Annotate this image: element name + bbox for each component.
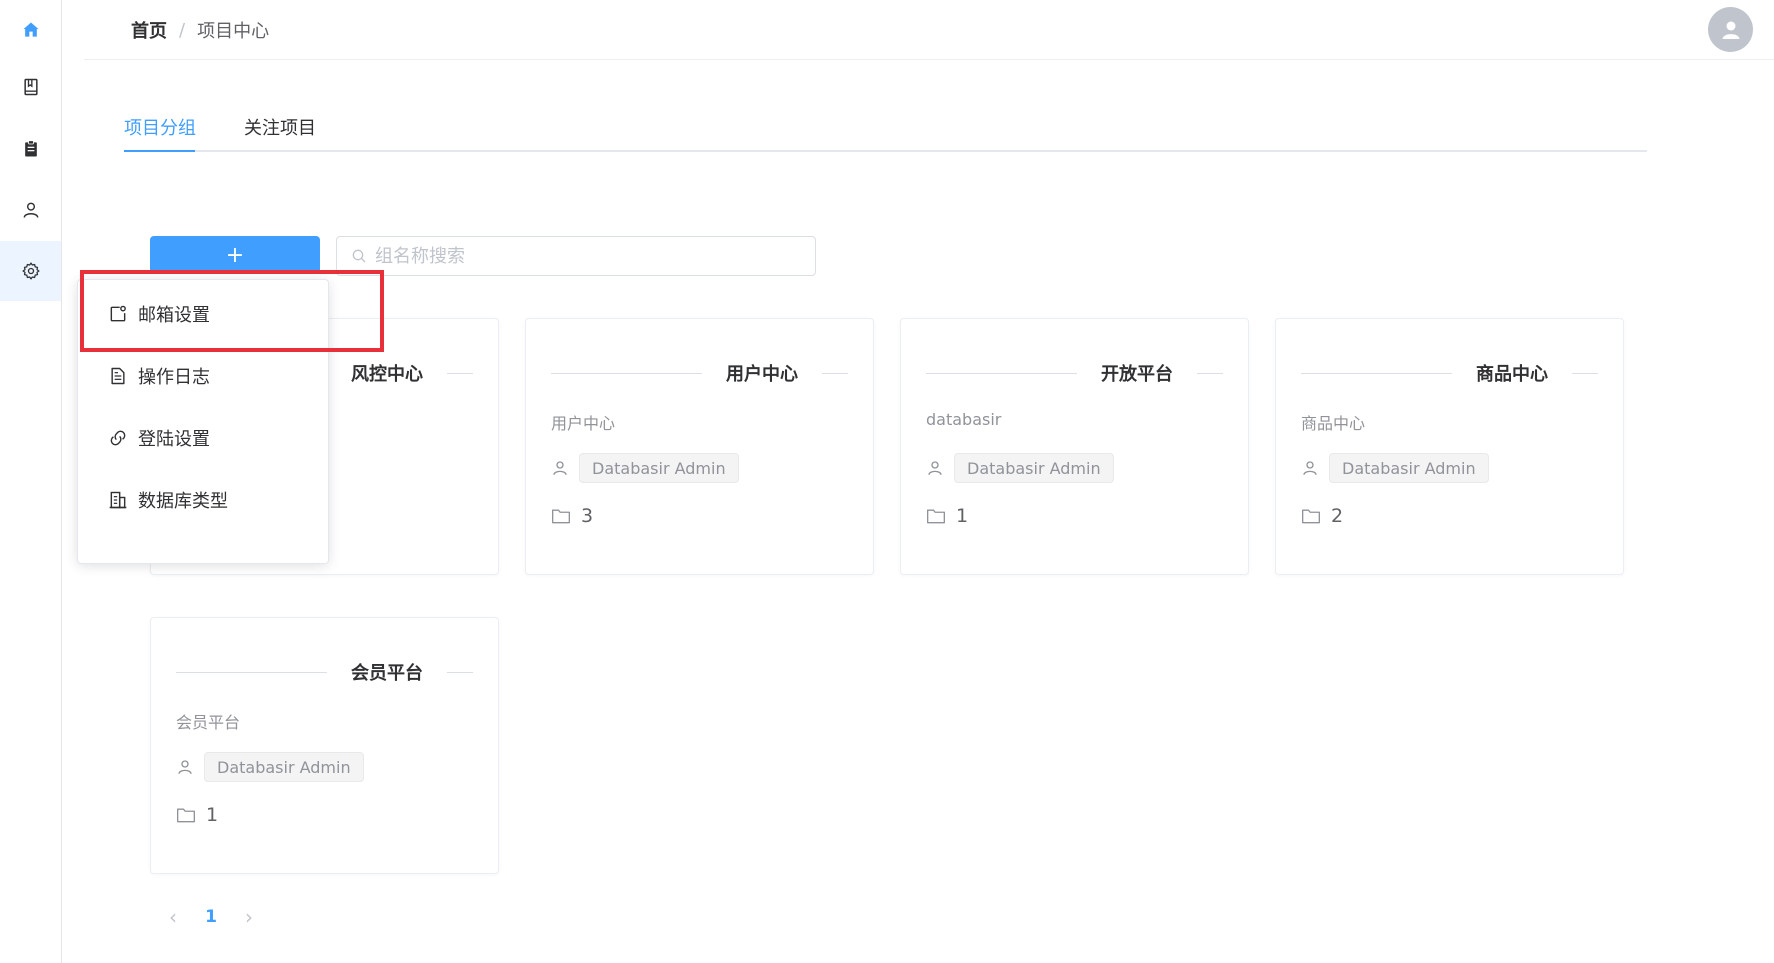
card-title: 开放平台	[1101, 364, 1173, 385]
tab-favorite-projects[interactable]: 关注项目	[244, 114, 316, 140]
card-owner: Databasir Admin	[176, 752, 364, 782]
folder-icon	[1302, 509, 1320, 524]
add-group-button[interactable]: +	[150, 236, 320, 274]
sidebar	[0, 0, 62, 963]
menu-item-operation-log[interactable]: 操作日志	[78, 346, 328, 406]
project-count: 1	[206, 804, 219, 826]
card-title: 用户中心	[726, 364, 798, 385]
card-description: databasir	[926, 410, 1002, 429]
home-icon	[23, 22, 38, 37]
user-icon	[928, 461, 942, 475]
card-owner: Databasir Admin	[1301, 453, 1489, 483]
menu-item-database-types[interactable]: 数据库类型	[78, 470, 328, 530]
card-project-count: 1	[926, 505, 968, 527]
menu-item-login-settings[interactable]: 登陆设置	[78, 408, 328, 468]
group-card[interactable]: 用户中心 用户中心 Databasir Admin 3	[525, 318, 874, 575]
clipboard-icon	[24, 140, 37, 157]
user-icon	[178, 760, 192, 774]
tab-active-indicator	[124, 150, 195, 152]
card-title-divider: 会员平台	[176, 658, 473, 686]
project-count: 3	[581, 505, 594, 527]
card-project-count: 2	[1301, 505, 1343, 527]
card-description: 用户中心	[551, 414, 616, 433]
project-count: 2	[1331, 505, 1344, 527]
card-title-divider: 开放平台	[926, 359, 1223, 387]
pagination: ‹ 1 ›	[160, 905, 262, 929]
menu-item-label: 数据库类型	[138, 491, 228, 512]
link-icon	[110, 430, 126, 446]
sidebar-item-users[interactable]	[0, 180, 61, 240]
card-title: 会员平台	[351, 663, 423, 684]
card-title: 风控中心	[351, 364, 423, 385]
breadcrumb: 首页 / 项目中心	[131, 17, 269, 43]
mail-settings-icon	[110, 305, 126, 322]
tab-project-groups[interactable]: 项目分组	[124, 114, 196, 140]
user-icon	[553, 461, 567, 475]
card-description: 会员平台	[176, 713, 241, 732]
folder-icon	[927, 509, 945, 524]
menu-item-mail-settings[interactable]: 邮箱设置	[78, 284, 328, 344]
card-project-count: 1	[176, 804, 218, 826]
gear-icon	[21, 262, 40, 280]
menu-item-label: 登陆设置	[138, 429, 210, 450]
breadcrumb-current: 项目中心	[197, 21, 270, 42]
search-box	[336, 236, 816, 276]
owner-tag: Databasir Admin	[954, 453, 1114, 483]
document-icon	[111, 367, 125, 385]
sidebar-item-home[interactable]	[0, 0, 61, 60]
menu-item-label: 邮箱设置	[138, 305, 210, 326]
sidebar-item-tasks[interactable]	[0, 119, 61, 179]
project-count: 1	[956, 505, 969, 527]
user-icon	[23, 202, 38, 218]
breadcrumb-separator: /	[179, 19, 186, 41]
group-card[interactable]: 会员平台 会员平台 Databasir Admin 1	[150, 617, 499, 874]
settings-dropdown-menu: 邮箱设置 操作日志 登陆设置 数据库类型	[77, 279, 329, 564]
owner-tag: Databasir Admin	[579, 453, 739, 483]
card-description: 商品中心	[1301, 414, 1366, 433]
sidebar-item-settings[interactable]	[0, 241, 61, 301]
owner-tag: Databasir Admin	[1329, 453, 1489, 483]
owner-tag: Databasir Admin	[204, 752, 364, 782]
pagination-next-button[interactable]: ›	[236, 905, 262, 929]
user-avatar-icon	[1722, 21, 1739, 39]
user-icon	[1303, 461, 1317, 475]
card-owner: Databasir Admin	[926, 453, 1114, 483]
card-owner: Databasir Admin	[551, 453, 739, 483]
folder-icon	[177, 808, 195, 823]
pagination-prev-button[interactable]: ‹	[160, 905, 186, 929]
header-divider	[84, 59, 1774, 60]
search-icon	[352, 249, 366, 263]
sidebar-item-documents[interactable]	[0, 57, 61, 117]
pagination-page-current[interactable]: 1	[186, 907, 236, 927]
group-card[interactable]: 开放平台 databasir Databasir Admin 1	[900, 318, 1249, 575]
folder-icon	[552, 509, 570, 524]
card-title-divider: 商品中心	[1301, 359, 1598, 387]
card-title-divider: 用户中心	[551, 359, 848, 387]
menu-item-label: 操作日志	[138, 367, 210, 388]
card-title: 商品中心	[1476, 364, 1548, 385]
breadcrumb-home[interactable]: 首页	[131, 17, 167, 43]
avatar[interactable]	[1708, 7, 1753, 52]
book-icon	[23, 78, 38, 96]
database-type-icon	[109, 491, 127, 509]
card-project-count: 3	[551, 505, 593, 527]
tab-bar: 项目分组 关注项目	[124, 110, 1647, 152]
group-card[interactable]: 商品中心 商品中心 Databasir Admin 2	[1275, 318, 1624, 575]
search-input[interactable]	[375, 245, 795, 267]
